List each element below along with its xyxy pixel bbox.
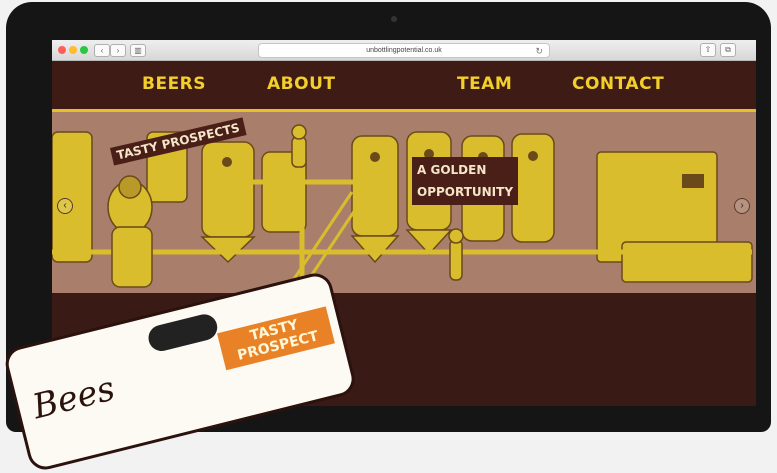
maximize-window-button[interactable] [80, 46, 88, 54]
webcam [391, 16, 397, 22]
nav-beers[interactable]: BEERS [142, 74, 206, 94]
browser-toolbar: ‹ › ▥ unbottlingpotential.co.uk ↻ ⇧ ⧉ [52, 40, 756, 61]
close-window-button[interactable] [58, 46, 66, 54]
address-bar[interactable]: unbottlingpotential.co.uk ↻ [258, 43, 550, 58]
speech-bubble-golden-opportunity: A GOLDEN OPPORTUNITY [412, 157, 519, 205]
reload-icon[interactable]: ↻ [535, 45, 543, 58]
speech-line-2: OPPORTUNITY [417, 185, 514, 199]
site-navigation: BEERS ABOUT TEAM CONTACT [52, 61, 756, 109]
nav-about[interactable]: ABOUT [267, 74, 335, 94]
sidebar-icon: ▥ [134, 46, 142, 55]
card-script-logo: Bees [28, 368, 119, 428]
url-text: unbottlingpotential.co.uk [366, 47, 442, 54]
chevron-left-icon: ‹ [63, 200, 67, 211]
nav-team[interactable]: TEAM [457, 74, 512, 94]
chevron-right-icon: › [116, 46, 120, 55]
chevron-right-icon: › [740, 200, 744, 211]
forward-button[interactable]: › [110, 44, 126, 57]
tabs-button[interactable]: ⧉ [720, 43, 736, 57]
back-button[interactable]: ‹ [94, 44, 110, 57]
tabs-icon: ⧉ [725, 45, 731, 54]
card-tasty-prospect-label: TASTY PROSPECT [217, 306, 335, 371]
carousel-next-button[interactable]: › [734, 198, 750, 214]
label-card: Bees TASTY PROSPECT [1, 269, 359, 473]
nav-contact[interactable]: CONTACT [572, 74, 664, 94]
carousel-prev-button[interactable]: ‹ [57, 198, 73, 214]
card-cutout [145, 311, 220, 354]
chevron-left-icon: ‹ [100, 46, 104, 55]
share-button[interactable]: ⇧ [700, 43, 716, 57]
sidebar-button[interactable]: ▥ [130, 44, 146, 57]
speech-line-1: A GOLDEN [417, 163, 487, 177]
minimize-window-button[interactable] [69, 46, 77, 54]
share-icon: ⇧ [704, 45, 712, 54]
